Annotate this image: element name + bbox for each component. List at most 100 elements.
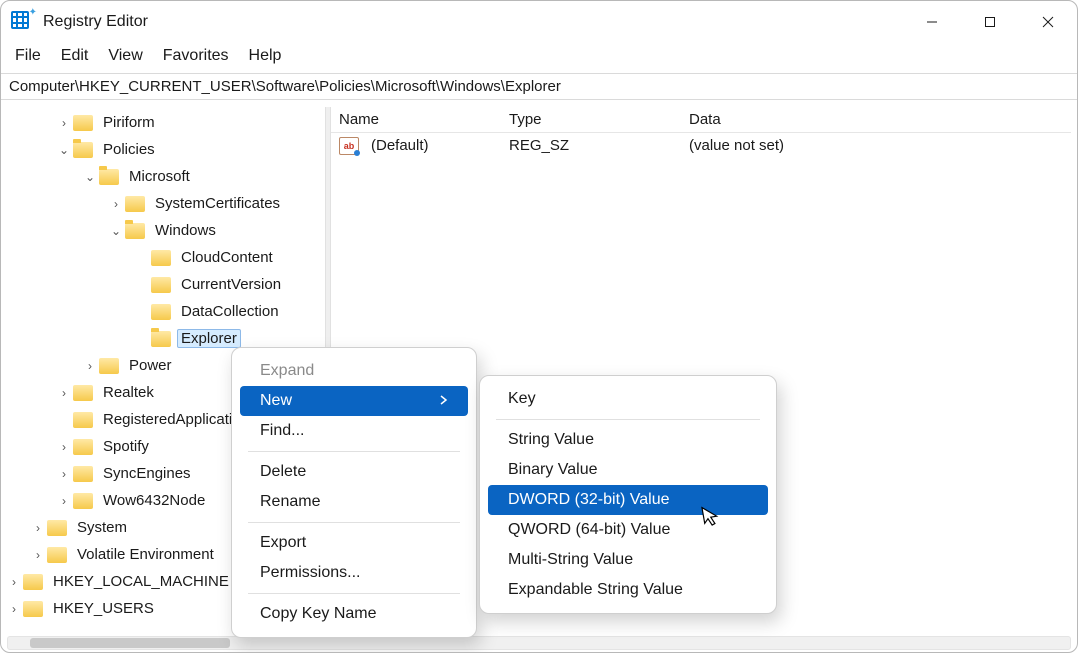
tree-label: SystemCertificates <box>151 194 284 213</box>
tree-item-policies[interactable]: ⌄ Policies <box>7 136 325 163</box>
tree-item-microsoft[interactable]: ⌄ Microsoft <box>7 163 325 190</box>
new-qword-value[interactable]: QWORD (64-bit) Value <box>488 515 768 545</box>
tree-label: Explorer <box>177 329 241 348</box>
folder-icon <box>73 466 93 482</box>
chevron-right-icon[interactable]: › <box>83 359 97 373</box>
chevron-right-icon[interactable]: › <box>7 575 21 589</box>
context-submenu-new: Key String Value Binary Value DWORD (32-… <box>479 375 777 614</box>
ctx-expand[interactable]: Expand <box>240 356 468 386</box>
ctx-label: Key <box>508 390 536 408</box>
new-binary-value[interactable]: Binary Value <box>488 455 768 485</box>
tree-item-windows[interactable]: ⌄ Windows <box>7 217 325 244</box>
new-multistring-value[interactable]: Multi-String Value <box>488 545 768 575</box>
ctx-label: Delete <box>260 463 306 481</box>
ctx-label: Rename <box>260 493 320 511</box>
tree-label: Realtek <box>99 383 158 402</box>
folder-open-icon <box>125 223 145 239</box>
ctx-label: Export <box>260 534 306 552</box>
value-row-default[interactable]: ab (Default) REG_SZ (value not set) <box>331 133 1071 158</box>
tree-label: Policies <box>99 140 159 159</box>
string-value-icon: ab <box>339 137 359 155</box>
value-type: REG_SZ <box>501 135 681 156</box>
maximize-button[interactable] <box>961 1 1019 43</box>
close-button[interactable] <box>1019 1 1077 43</box>
folder-icon <box>151 304 171 320</box>
new-dword-value[interactable]: DWORD (32-bit) Value <box>488 485 768 515</box>
ctx-find[interactable]: Find... <box>240 416 468 446</box>
menu-favorites[interactable]: Favorites <box>163 47 229 65</box>
horizontal-scrollbar[interactable] <box>7 636 1071 650</box>
tree-label: Volatile Environment <box>73 545 218 564</box>
context-menu: Expand New Find... Delete Rename Export … <box>231 347 477 638</box>
window-title: Registry Editor <box>43 13 148 31</box>
tree-label: Windows <box>151 221 220 240</box>
minimize-button[interactable] <box>903 1 961 43</box>
chevron-right-icon[interactable]: › <box>31 548 45 562</box>
tree-label: Wow6432Node <box>99 491 209 510</box>
menu-help[interactable]: Help <box>249 47 282 65</box>
chevron-down-icon[interactable]: ⌄ <box>109 224 123 238</box>
ctx-new[interactable]: New <box>240 386 468 416</box>
ctx-copy-key-name[interactable]: Copy Key Name <box>240 599 468 629</box>
chevron-right-icon[interactable]: › <box>57 467 71 481</box>
tree-item-piriform[interactable]: › Piriform <box>7 109 325 136</box>
tree-label: Spotify <box>99 437 153 456</box>
folder-open-icon <box>99 169 119 185</box>
tree-item-cloudcontent[interactable]: · CloudContent <box>7 244 325 271</box>
ctx-delete[interactable]: Delete <box>240 457 468 487</box>
col-header-name[interactable]: Name <box>331 107 501 132</box>
folder-icon <box>73 493 93 509</box>
chevron-down-icon[interactable]: ⌄ <box>83 170 97 184</box>
menu-edit[interactable]: Edit <box>61 47 89 65</box>
ctx-rename[interactable]: Rename <box>240 487 468 517</box>
chevron-right-icon[interactable]: › <box>57 494 71 508</box>
folder-icon <box>73 115 93 131</box>
ctx-label: Find... <box>260 422 304 440</box>
folder-icon <box>73 439 93 455</box>
scrollbar-thumb[interactable] <box>30 638 230 648</box>
chevron-right-icon[interactable]: › <box>57 440 71 454</box>
folder-open-icon <box>151 331 171 347</box>
col-header-type[interactable]: Type <box>501 107 681 132</box>
folder-icon <box>73 385 93 401</box>
tree-label: SyncEngines <box>99 464 195 483</box>
col-header-data[interactable]: Data <box>681 107 1071 132</box>
menu-separator <box>248 451 460 452</box>
tree-item-datacollection[interactable]: · DataCollection <box>7 298 325 325</box>
titlebar[interactable]: ✦ Registry Editor <box>1 1 1077 43</box>
ctx-label: Copy Key Name <box>260 605 377 623</box>
folder-icon <box>47 547 67 563</box>
window-controls <box>903 1 1077 43</box>
new-key[interactable]: Key <box>488 384 768 414</box>
folder-icon <box>47 520 67 536</box>
folder-icon <box>151 250 171 266</box>
ctx-export[interactable]: Export <box>240 528 468 558</box>
chevron-right-icon[interactable]: › <box>57 386 71 400</box>
tree-item-currentversion[interactable]: · CurrentVersion <box>7 271 325 298</box>
tree-label: CloudContent <box>177 248 277 267</box>
address-bar[interactable]: Computer\HKEY_CURRENT_USER\Software\Poli… <box>1 73 1077 100</box>
chevron-right-icon[interactable]: › <box>57 116 71 130</box>
ctx-label: Binary Value <box>508 461 598 479</box>
ctx-label: Permissions... <box>260 564 360 582</box>
chevron-down-icon[interactable]: ⌄ <box>57 143 71 157</box>
folder-icon <box>151 277 171 293</box>
menu-file[interactable]: File <box>15 47 41 65</box>
value-data: (value not set) <box>681 135 1071 156</box>
tree-label: Power <box>125 356 176 375</box>
new-expandable-string-value[interactable]: Expandable String Value <box>488 575 768 605</box>
tree-label: DataCollection <box>177 302 283 321</box>
ctx-label: Multi-String Value <box>508 551 633 569</box>
tree-item-systemcertificates[interactable]: › SystemCertificates <box>7 190 325 217</box>
folder-icon <box>99 358 119 374</box>
chevron-right-icon[interactable]: › <box>7 602 21 616</box>
menu-view[interactable]: View <box>108 47 142 65</box>
folder-icon <box>23 601 43 617</box>
folder-icon <box>125 196 145 212</box>
menu-separator <box>248 522 460 523</box>
new-string-value[interactable]: String Value <box>488 425 768 455</box>
chevron-right-icon[interactable]: › <box>109 197 123 211</box>
tree-label: Microsoft <box>125 167 194 186</box>
ctx-permissions[interactable]: Permissions... <box>240 558 468 588</box>
chevron-right-icon[interactable]: › <box>31 521 45 535</box>
